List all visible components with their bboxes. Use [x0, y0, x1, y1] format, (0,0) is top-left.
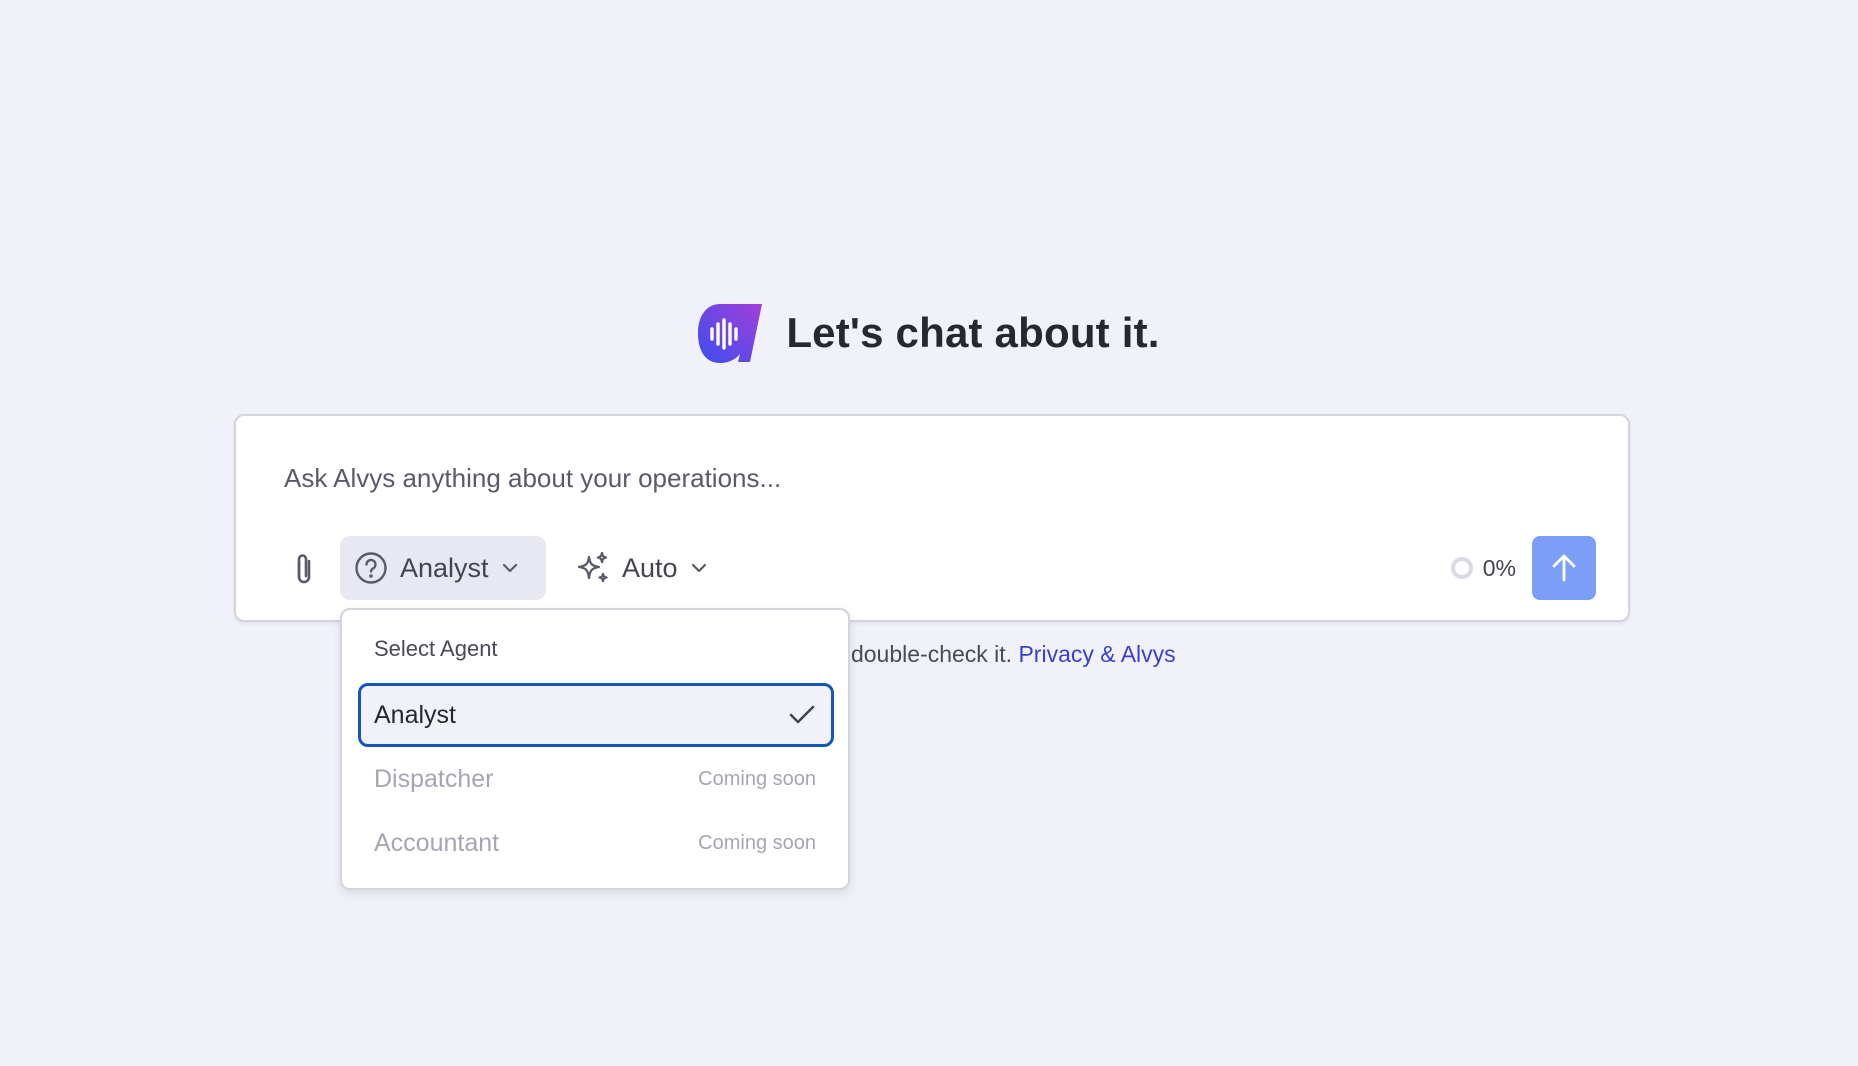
disclaimer-text: s, so double-check it. Privacy & Alvys — [796, 641, 1176, 668]
sparkles-icon — [577, 551, 608, 583]
context-usage-value: 0% — [1482, 554, 1516, 581]
send-button[interactable] — [1532, 536, 1596, 600]
agent-option-label: Accountant — [374, 828, 500, 857]
agent-option-dispatcher: Dispatcher Coming soon — [358, 747, 834, 811]
privacy-link[interactable]: Privacy & Alvys — [1018, 641, 1175, 667]
agent-option-accountant: Accountant Coming soon — [358, 811, 834, 875]
agent-option-label: Analyst — [374, 700, 456, 729]
paperclip-icon — [297, 554, 311, 584]
agent-option-label: Dispatcher — [374, 764, 494, 793]
agent-dropdown-menu: Select Agent Analyst Dispatcher Coming s… — [340, 608, 850, 890]
arrow-up-icon — [1552, 554, 1576, 582]
context-usage-indicator: 0% — [1450, 552, 1516, 584]
chat-composer: Analyst Auto 0% — [234, 414, 1630, 622]
chevron-down-icon — [502, 563, 517, 573]
model-selector-button[interactable]: Auto — [566, 536, 716, 600]
coming-soon-badge: Coming soon — [698, 767, 816, 790]
chevron-down-icon — [691, 563, 706, 573]
agent-option-analyst[interactable]: Analyst — [358, 683, 834, 747]
agent-selector-label: Analyst — [400, 552, 489, 583]
app-root: Let's chat about it. Analyst — [0, 0, 1858, 1066]
coming-soon-badge: Coming soon — [698, 831, 816, 854]
checkmark-icon — [789, 705, 815, 724]
chat-prompt-input[interactable] — [284, 458, 1484, 498]
model-selector-label: Auto — [622, 552, 678, 583]
attach-file-button[interactable] — [278, 538, 330, 602]
question-circle-icon — [355, 552, 387, 584]
alvys-logo-icon — [698, 304, 763, 363]
page-title: Let's chat about it. — [786, 309, 1160, 356]
dropdown-heading: Select Agent — [374, 636, 498, 661]
progress-ring-icon — [1450, 557, 1473, 579]
agent-selector-button[interactable]: Analyst — [340, 536, 546, 600]
hero-header: Let's chat about it. — [0, 300, 1858, 366]
